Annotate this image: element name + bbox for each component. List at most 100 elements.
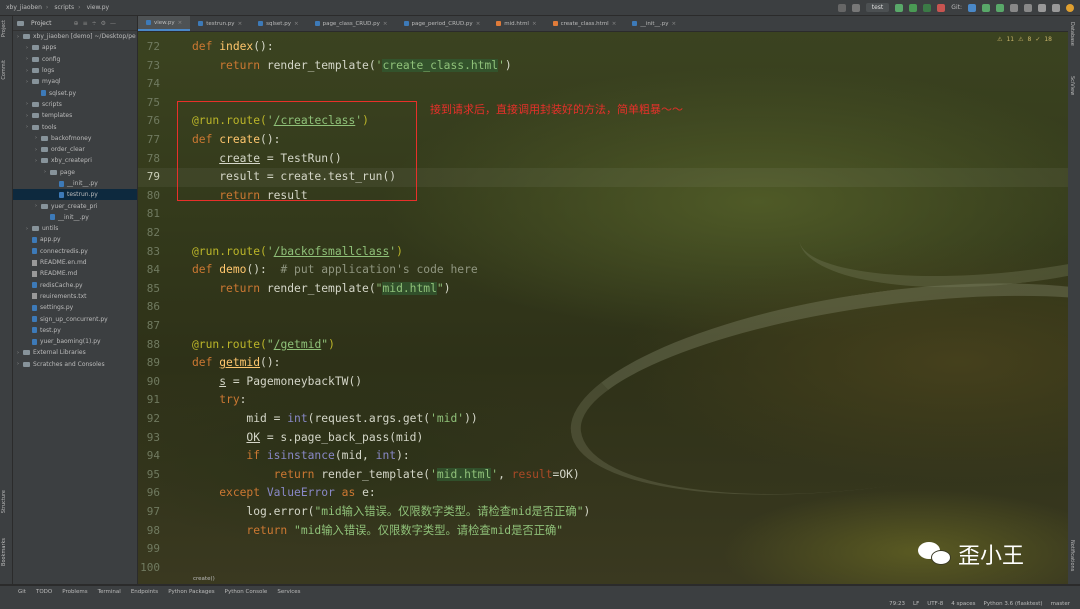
project-tree-item[interactable]: › backofmoney bbox=[13, 133, 137, 144]
breadcrumb-project[interactable]: xby_jiaoben bbox=[6, 4, 42, 11]
editor-tab[interactable]: __init__.py × bbox=[624, 16, 684, 31]
code-line-96[interactable]: except ValueError as e: bbox=[192, 484, 375, 503]
line-number[interactable]: 97 bbox=[147, 503, 160, 522]
code-line-84[interactable]: def demo(): # put application's code her… bbox=[192, 261, 478, 280]
database-tool-tab[interactable]: Database bbox=[1069, 22, 1075, 46]
line-number[interactable]: 94 bbox=[147, 447, 160, 466]
run-icon[interactable] bbox=[895, 3, 904, 12]
file-encoding[interactable]: UTF-8 bbox=[927, 601, 943, 607]
line-separator[interactable]: LF bbox=[913, 601, 919, 607]
project-tree-item[interactable]: › templates bbox=[13, 110, 137, 121]
history-icon[interactable] bbox=[1010, 3, 1018, 12]
editor-tab[interactable]: sqlset.py × bbox=[250, 16, 306, 31]
code-editor[interactable]: 72 73 74 75 76 77 78 79 80 81 82 83 84 85 86 87 88 89 90 91… bbox=[138, 32, 1068, 584]
project-tree-item[interactable]: › logs bbox=[13, 65, 137, 76]
line-number[interactable]: 73 bbox=[147, 57, 160, 76]
project-tree-item[interactable]: reuirements.txt bbox=[13, 291, 137, 302]
code-line-98[interactable]: return "mid输入错误。仅限数字类型。请检查mid是否正确" bbox=[192, 522, 563, 541]
code-line-91[interactable]: try: bbox=[192, 391, 246, 410]
editor-tab[interactable]: mid.html × bbox=[488, 16, 544, 31]
structure-tool-tab[interactable]: Structure bbox=[1, 490, 7, 513]
stop-icon[interactable] bbox=[937, 3, 946, 12]
breadcrumb-folder[interactable]: scripts bbox=[54, 4, 74, 11]
back-icon[interactable] bbox=[851, 3, 860, 12]
line-number[interactable]: 89 bbox=[147, 354, 160, 373]
line-number[interactable]: 95 bbox=[147, 466, 160, 485]
line-number[interactable]: 74 bbox=[147, 75, 160, 94]
rollback-icon[interactable] bbox=[1024, 3, 1032, 12]
editor-tab[interactable]: view.py × bbox=[138, 16, 191, 31]
code-line-73[interactable]: return render_template('create_class.htm… bbox=[192, 57, 512, 76]
project-tree-item[interactable]: settings.py bbox=[13, 302, 137, 313]
git-commit-icon[interactable] bbox=[982, 3, 990, 12]
gear-icon[interactable] bbox=[1052, 3, 1060, 12]
locate-icon[interactable]: ⊕ bbox=[74, 20, 79, 27]
code-line-88[interactable]: @run.route("/getmid") bbox=[192, 336, 335, 355]
project-tree-item[interactable]: › order_clear bbox=[13, 144, 137, 155]
project-tree-item[interactable]: redisCache.py bbox=[13, 280, 137, 291]
project-tool-tab[interactable]: Project bbox=[1, 20, 7, 37]
project-tree-item[interactable]: sqlset.py bbox=[13, 87, 137, 98]
project-tree-item[interactable]: › apps bbox=[13, 42, 137, 53]
line-number[interactable]: 78 bbox=[147, 150, 160, 169]
editor-tab[interactable]: testrun.py × bbox=[190, 16, 250, 31]
code-line-97[interactable]: log.error("mid输入错误。仅限数字类型。请检查mid是否正确") bbox=[192, 503, 590, 522]
project-tree-item[interactable]: connectredis.py bbox=[13, 246, 137, 257]
line-number[interactable]: 79 bbox=[147, 168, 160, 187]
project-tree-item[interactable]: › xby_createpri bbox=[13, 155, 137, 166]
close-icon[interactable]: × bbox=[672, 21, 677, 27]
breadcrumb-file[interactable]: view.py bbox=[87, 4, 110, 11]
line-number[interactable]: 98 bbox=[147, 522, 160, 541]
code-line-85[interactable]: return render_template("mid.html") bbox=[192, 280, 451, 299]
code-line-93[interactable]: OK = s.page_back_pass(mid) bbox=[192, 429, 423, 448]
line-number[interactable]: 87 bbox=[147, 317, 160, 336]
line-number[interactable]: 76 bbox=[147, 112, 160, 131]
line-number[interactable]: 82 bbox=[147, 224, 160, 243]
code-line-83[interactable]: @run.route('/backofsmallclass') bbox=[192, 243, 403, 262]
line-number[interactable]: 99 bbox=[147, 540, 160, 559]
editor-tab[interactable]: page_class_CRUD.py × bbox=[307, 16, 396, 31]
collapse-icon[interactable]: ≡ bbox=[83, 20, 88, 27]
commit-tool-tab[interactable]: Commit bbox=[1, 60, 7, 80]
editor-breadcrumb[interactable]: create() bbox=[193, 576, 215, 582]
close-icon[interactable]: × bbox=[383, 21, 388, 27]
project-tree-item[interactable]: app.py bbox=[13, 234, 137, 245]
expand-icon[interactable]: ÷ bbox=[92, 20, 97, 27]
project-tree-item[interactable]: › config bbox=[13, 54, 137, 65]
project-tree-item[interactable]: › untils bbox=[13, 223, 137, 234]
project-tree-item[interactable]: › scripts bbox=[13, 99, 137, 110]
bottom-tool-tab[interactable]: Python Packages bbox=[168, 589, 214, 595]
project-tree-item[interactable]: › Scratches and Consoles bbox=[13, 359, 137, 370]
project-tree-item[interactable]: › xby_jiaoben [demo] ~/Desktop/pe bbox=[13, 31, 137, 42]
close-icon[interactable]: × bbox=[178, 20, 183, 26]
project-tree-item[interactable]: test.py bbox=[13, 325, 137, 336]
bottom-tool-tab[interactable]: Terminal bbox=[98, 589, 121, 595]
line-number[interactable]: 85 bbox=[147, 280, 160, 299]
editor-tab[interactable]: create_class.html × bbox=[545, 16, 625, 31]
code-line-95[interactable]: return render_template('mid.html', resul… bbox=[192, 466, 580, 485]
editor-tab[interactable]: page_period_CRUD.py × bbox=[396, 16, 489, 31]
line-number[interactable]: 80 bbox=[147, 187, 160, 206]
git-update-icon[interactable] bbox=[968, 3, 976, 12]
line-number[interactable]: 90 bbox=[147, 373, 160, 392]
code-line-92[interactable]: mid = int(request.args.get('mid')) bbox=[192, 410, 477, 429]
close-icon[interactable]: × bbox=[238, 21, 243, 27]
close-icon[interactable]: × bbox=[476, 21, 481, 27]
indent-setting[interactable]: 4 spaces bbox=[951, 601, 975, 607]
close-icon[interactable]: × bbox=[612, 21, 617, 27]
bottom-tool-tab[interactable]: Endpoints bbox=[131, 589, 158, 595]
line-number[interactable]: 72 bbox=[147, 38, 160, 57]
line-number[interactable]: 88 bbox=[147, 336, 160, 355]
line-number[interactable]: 93 bbox=[147, 429, 160, 448]
run-config-select[interactable]: test bbox=[865, 3, 890, 12]
bottom-tool-tab[interactable]: TODO bbox=[36, 589, 52, 595]
line-number[interactable]: 100 bbox=[140, 559, 160, 578]
line-number[interactable]: 91 bbox=[147, 391, 160, 410]
project-tree-item[interactable]: __init__.py bbox=[13, 212, 137, 223]
project-tree-item[interactable]: › External Libraries bbox=[13, 347, 137, 358]
code-line-72[interactable]: def index(): bbox=[192, 38, 274, 57]
caret-position[interactable]: 79:23 bbox=[889, 601, 905, 607]
project-tree-item[interactable]: testrun.py bbox=[13, 189, 137, 201]
project-tree-item[interactable]: › page bbox=[13, 167, 137, 178]
project-tree-item[interactable]: › myaql bbox=[13, 76, 137, 87]
